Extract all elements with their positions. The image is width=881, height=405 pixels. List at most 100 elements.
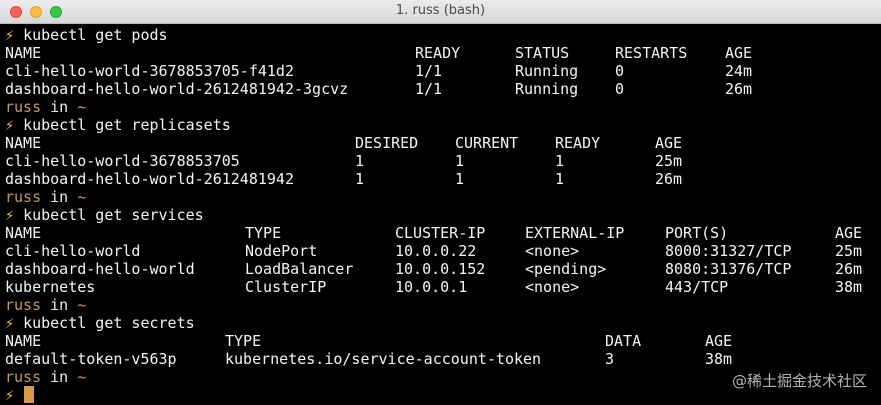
table-header: NAME TYPE CLUSTER-IP EXTERNAL-IP PORT(S)… [5, 224, 862, 242]
table-cell: 25m [655, 152, 683, 170]
table-cell: LoadBalancer [245, 260, 354, 278]
column-header: AGE [835, 224, 863, 242]
prompt-line: russ in ~ [5, 368, 86, 386]
table-header: NAME TYPE DATA AGE [5, 332, 732, 350]
lightning-icon: ⚡ [5, 206, 15, 224]
table-cell: 1 [555, 170, 565, 188]
column-header: READY [415, 44, 461, 62]
column-header: DESIRED [355, 134, 419, 152]
prompt-user: russ [5, 368, 42, 386]
column-header: NAME [5, 224, 42, 242]
column-header: NAME [5, 134, 42, 152]
column-header: RESTARTS [615, 44, 688, 62]
table-cell: <pending> [525, 260, 607, 278]
lightning-icon: ⚡ [5, 26, 15, 44]
column-header: AGE [655, 134, 683, 152]
prompt-in: in [50, 98, 69, 116]
table-cell: 24m [725, 62, 753, 80]
prompt-dir: ~ [77, 188, 87, 206]
table-cell: 26m [835, 260, 863, 278]
table-cell: 10.0.0.152 [395, 260, 486, 278]
column-header: PORT(S) [665, 224, 729, 242]
column-header: TYPE [225, 332, 262, 350]
prompt-in: in [50, 368, 69, 386]
column-header: DATA [605, 332, 642, 350]
prompt-in: in [50, 296, 69, 314]
table-row: dashboard-hello-world-2612481942 1 1 1 2… [5, 170, 682, 188]
column-header: STATUS [515, 44, 570, 62]
table-row: default-token-v563p kubernetes.io/servic… [5, 350, 732, 368]
active-prompt-line[interactable]: ⚡ [5, 386, 35, 404]
table-cell: 8000:31327/TCP [665, 242, 792, 260]
table-cell: 1/1 [415, 80, 443, 98]
table-cell: 38m [835, 278, 863, 296]
table-cell: 3 [605, 350, 615, 368]
table-cell: kubernetes.io/service-account-token [225, 350, 542, 368]
table-cell: 26m [655, 170, 683, 188]
table-cell: 1/1 [415, 62, 443, 80]
column-header: READY [555, 134, 601, 152]
table-row: cli-hello-world-3678853705-f41d2 1/1 Run… [5, 62, 752, 80]
lightning-icon: ⚡ [5, 386, 15, 404]
table-row: cli-hello-world NodePort 10.0.0.22 <none… [5, 242, 862, 260]
column-header: AGE [705, 332, 733, 350]
command-line: ⚡ kubectl get services [5, 206, 204, 224]
table-cell: dashboard-hello-world-2612481942-3gcvz [5, 80, 349, 98]
table-cell: 1 [355, 152, 365, 170]
table-row: dashboard-hello-world LoadBalancer 10.0.… [5, 260, 862, 278]
terminal-window: 1. russ (bash) ⚡ kubectl get pods NAME R… [0, 0, 881, 405]
command-line: ⚡ kubectl get pods [5, 26, 168, 44]
command-line: ⚡ kubectl get secrets [5, 314, 195, 332]
table-cell: 0 [615, 62, 625, 80]
prompt-user: russ [5, 188, 42, 206]
command-line: ⚡ kubectl get replicasets [5, 116, 231, 134]
table-cell: dashboard-hello-world [5, 260, 195, 278]
table-row: cli-hello-world-3678853705 1 1 1 25m [5, 152, 682, 170]
prompt-dir: ~ [77, 98, 87, 116]
table-cell: default-token-v563p [5, 350, 177, 368]
table-cell: 38m [705, 350, 733, 368]
table-cell: 8080:31376/TCP [665, 260, 792, 278]
column-header: CLUSTER-IP [395, 224, 486, 242]
column-header: AGE [725, 44, 753, 62]
watermark: @稀土掘金技术社区 [731, 372, 867, 390]
table-cell: 1 [455, 152, 465, 170]
command-text: kubectl get services [23, 206, 204, 224]
table-cell: cli-hello-world-3678853705-f41d2 [5, 62, 294, 80]
table-cell: 25m [835, 242, 863, 260]
table-header: NAME DESIRED CURRENT READY AGE [5, 134, 682, 152]
table-cell: ClusterIP [245, 278, 327, 296]
lightning-icon: ⚡ [5, 314, 15, 332]
column-header: EXTERNAL-IP [525, 224, 625, 242]
table-cell: 0 [615, 80, 625, 98]
column-header: CURRENT [455, 134, 519, 152]
table-cell: cli-hello-world [5, 242, 141, 260]
table-cell: dashboard-hello-world-2612481942 [5, 170, 294, 188]
table-cell: 10.0.0.1 [395, 278, 468, 296]
table-cell: 1 [355, 170, 365, 188]
table-cell: <none> [525, 278, 580, 296]
table-cell: NodePort [245, 242, 318, 260]
lightning-icon: ⚡ [5, 116, 15, 134]
table-cell: 26m [725, 80, 753, 98]
prompt-line: russ in ~ [5, 98, 86, 116]
table-row: kubernetes ClusterIP 10.0.0.1 <none> 443… [5, 278, 862, 296]
window-title: 1. russ (bash) [395, 3, 486, 18]
table-cell: 443/TCP [665, 278, 729, 296]
table-cell: 1 [455, 170, 465, 188]
prompt-line: russ in ~ [5, 296, 86, 314]
table-header: NAME READY STATUS RESTARTS AGE [5, 44, 752, 62]
table-cell: 1 [555, 152, 565, 170]
prompt-line: russ in ~ [5, 188, 86, 206]
terminal-output[interactable]: ⚡ kubectl get pods NAME READY STATUS RES… [0, 26, 881, 405]
command-text: kubectl get secrets [23, 314, 195, 332]
table-cell: Running [515, 80, 579, 98]
column-header: TYPE [245, 224, 282, 242]
text-cursor [24, 386, 35, 403]
prompt-in: in [50, 188, 69, 206]
prompt-user: russ [5, 296, 42, 314]
table-cell: <none> [525, 242, 580, 260]
prompt-dir: ~ [77, 368, 87, 386]
table-row: dashboard-hello-world-2612481942-3gcvz 1… [5, 80, 752, 98]
command-text: kubectl get pods [23, 26, 168, 44]
